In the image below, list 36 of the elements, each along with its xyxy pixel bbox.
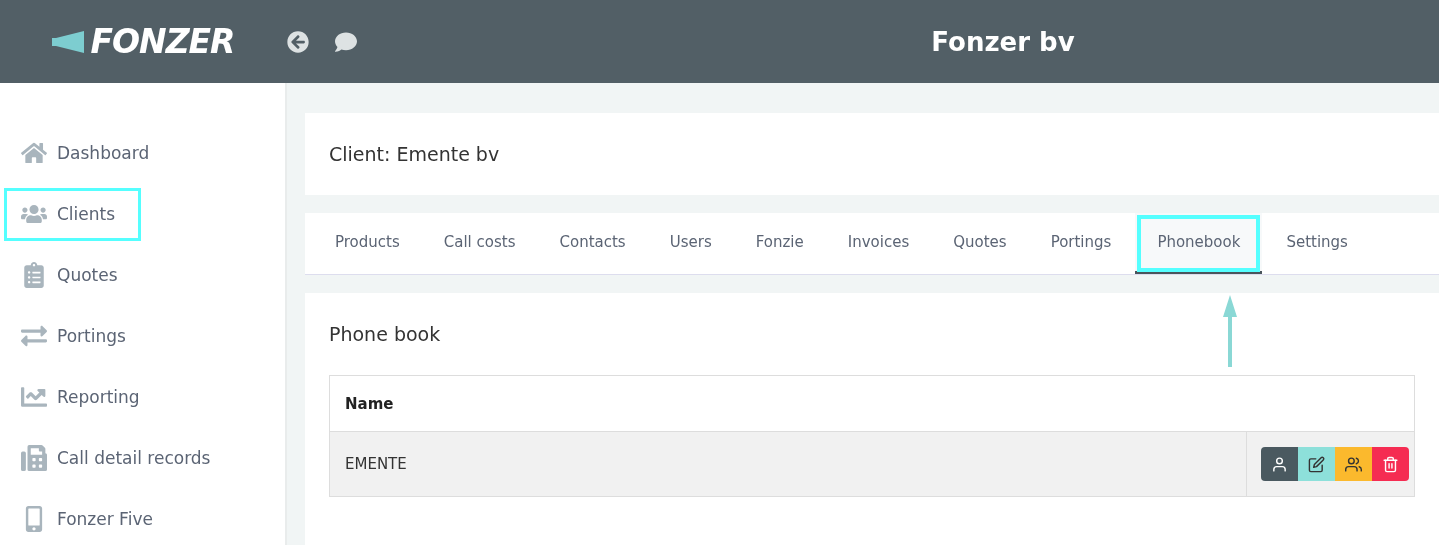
section-title: Phone book: [329, 322, 441, 347]
back-icon[interactable]: [287, 30, 309, 53]
tab[interactable]: Users: [655, 213, 726, 274]
tab[interactable]: Invoices: [833, 213, 924, 274]
trash-icon: [1382, 455, 1399, 473]
arrows-icon: [21, 323, 47, 349]
tab[interactable]: Products: [321, 213, 414, 274]
tab[interactable]: Portings: [1036, 213, 1126, 274]
sidebar-item[interactable]: Call detail records: [4, 431, 285, 485]
sidebar-item[interactable]: Clients: [4, 187, 141, 241]
sidebar-item[interactable]: Quotes: [4, 248, 285, 302]
sidebar-item[interactable]: Reporting: [4, 370, 285, 424]
delete-button[interactable]: [1372, 447, 1409, 481]
group-icon: [1345, 455, 1362, 473]
client-title: Client: Emente bv: [329, 142, 501, 167]
tab[interactable]: Phonebook: [1135, 213, 1263, 274]
user-button[interactable]: [1261, 447, 1298, 481]
tab[interactable]: Fonzie: [741, 213, 818, 274]
sidebar-item[interactable]: Fonzer Five: [4, 492, 285, 545]
tab[interactable]: Quotes: [939, 213, 1021, 274]
logo[interactable]: FONZER: [90, 22, 235, 61]
megaphone-icon: [52, 30, 87, 53]
edit-icon: [1308, 455, 1325, 473]
table-cell-text: EMENTE: [344, 454, 408, 475]
tab[interactable]: Settings: [1272, 213, 1362, 274]
group-button[interactable]: [1335, 447, 1372, 481]
sidebar-item[interactable]: Dashboard: [4, 127, 285, 180]
user-icon: [1271, 455, 1288, 473]
tab[interactable]: Contacts: [545, 213, 640, 274]
edit-button[interactable]: [1298, 447, 1335, 481]
tab[interactable]: Call costs: [429, 213, 530, 274]
fax-icon: [21, 444, 47, 471]
chat-icon[interactable]: [335, 30, 357, 53]
sidebar-item[interactable]: Portings: [4, 309, 285, 363]
company-title: Fonzer bv: [930, 26, 1076, 57]
checklist-icon: [21, 262, 47, 289]
